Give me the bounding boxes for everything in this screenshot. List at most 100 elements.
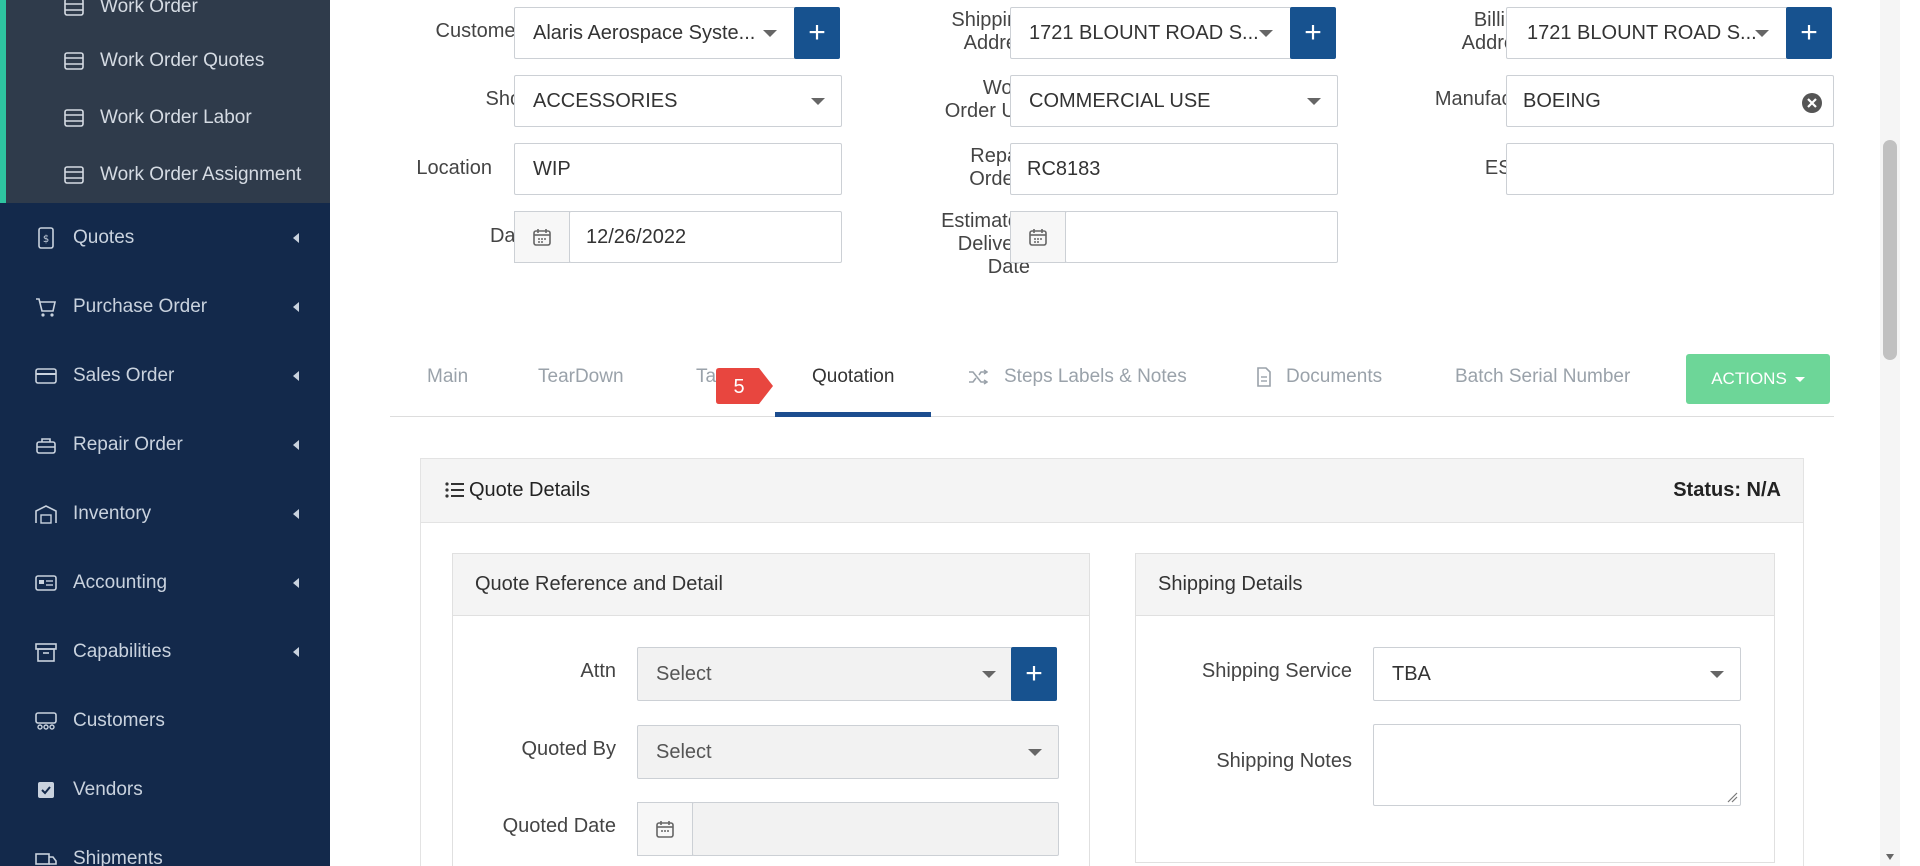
sidebar-subitem-label: Work Order Labor (100, 107, 252, 128)
quote-reference-title: Quote Reference and Detail (453, 554, 1089, 616)
calendar-icon (656, 821, 674, 838)
quote-details-title: Quote Details (469, 479, 591, 501)
sidebar-subitem-work-order-quotes[interactable]: Work Order Quotes (64, 46, 264, 76)
work-order-submenu: Work Order Work Order Quotes Work Order … (0, 0, 330, 203)
shipping-service-select[interactable]: TBA (1373, 647, 1741, 701)
tab-main[interactable]: Main (427, 366, 468, 388)
tab-documents[interactable]: Documents (1256, 366, 1382, 388)
step-badge-number: 5 (733, 376, 744, 398)
sidebar-item-accounting[interactable]: Accounting (0, 563, 330, 603)
quote-details-panel: Quote Details Status: N/A Quote Referenc… (420, 458, 1804, 866)
tab-batch-serial-number[interactable]: Batch Serial Number (1455, 366, 1630, 388)
tab-teardown[interactable]: TearDown (538, 366, 624, 388)
svg-text:$: $ (43, 234, 49, 245)
add-attn-button[interactable]: + (1011, 647, 1057, 701)
shop-select[interactable]: ACCESSORIES (514, 75, 842, 127)
vertical-scrollbar[interactable] (1880, 0, 1900, 866)
tab-ta[interactable]: Ta (696, 366, 716, 388)
active-tab-indicator (775, 412, 931, 417)
sidebar-item-repair-order[interactable]: Repair Order (0, 425, 330, 465)
sidebar-item-capabilities[interactable]: Capabilities (0, 632, 330, 672)
chevron-left-icon (293, 647, 299, 657)
calendar-icon (1029, 229, 1047, 246)
sidebar-item-label: Quotes (73, 227, 135, 248)
quoted-date-calendar-button[interactable] (637, 802, 693, 856)
work-order-use-select[interactable]: COMMERCIAL USE (1010, 75, 1338, 127)
list-icon (64, 0, 84, 16)
accounting-card-icon (35, 575, 57, 591)
sidebar-item-quotes[interactable]: $ Quotes (0, 218, 330, 258)
date-calendar-button[interactable] (514, 211, 570, 263)
document-icon (1257, 367, 1271, 387)
manufacture-field[interactable]: BOEING (1506, 75, 1834, 127)
tab-quotation[interactable]: Quotation (812, 366, 894, 388)
sidebar-subitem-work-order-assignment[interactable]: Work Order Assignment (64, 160, 301, 190)
actions-button[interactable]: ACTIONS (1686, 354, 1830, 404)
add-customer-button[interactable]: + (794, 7, 840, 59)
quote-reference-card: Quote Reference and Detail Attn Select +… (452, 553, 1090, 866)
repair-order-field[interactable]: RC8183 (1010, 143, 1338, 195)
vendor-icon (38, 782, 54, 798)
estimated-delivery-calendar-button[interactable] (1010, 211, 1066, 263)
shipping-notes-textarea[interactable] (1373, 724, 1741, 806)
list-icon (64, 166, 84, 184)
attn-select[interactable]: Select (637, 647, 1013, 701)
shipping-service-label: Shipping Service (1201, 660, 1352, 682)
esn-field[interactable] (1506, 143, 1834, 195)
main-content: Customers* Alaris Aerospace Syste... + S… (330, 0, 1900, 866)
chevron-left-icon (293, 371, 299, 381)
sidebar-item-shipments[interactable]: Shipments (0, 839, 330, 866)
resize-handle-icon[interactable] (1726, 791, 1738, 803)
chevron-down-icon (1028, 749, 1042, 756)
chevron-left-icon (293, 509, 299, 519)
chevron-down-icon (811, 98, 825, 105)
shipping-notes-label: Shipping Notes (1216, 750, 1352, 772)
scrollbar-thumb[interactable] (1883, 140, 1897, 360)
customers-label: Customers* (435, 20, 541, 42)
date-field[interactable]: 12/26/2022 (569, 211, 842, 263)
chevron-down-icon (1259, 30, 1273, 37)
chevron-down-icon (982, 671, 996, 678)
quoted-by-select[interactable]: Select (637, 725, 1059, 779)
tab-steps-labels-notes[interactable]: Steps Labels & Notes (968, 366, 1187, 388)
sidebar-item-vendors[interactable]: Vendors (0, 770, 330, 810)
billing-address-select[interactable]: 1721 BLOUNT ROAD S... (1506, 7, 1788, 59)
list-icon (64, 52, 84, 70)
cart-icon (36, 298, 56, 317)
sidebar-item-inventory[interactable]: Inventory (0, 494, 330, 534)
calendar-icon (533, 229, 551, 246)
chevron-down-icon (1755, 30, 1769, 37)
sidebar-item-label: Vendors (73, 779, 143, 800)
shuffle-icon (969, 369, 988, 385)
sidebar-subitem-label: Work Order Quotes (100, 50, 265, 71)
repair-icon (36, 438, 56, 454)
sidebar-item-sales-order[interactable]: Sales Order (0, 356, 330, 396)
sidebar-subitem-work-order[interactable]: Work Order (64, 0, 198, 22)
chevron-left-icon (293, 578, 299, 588)
sidebar-item-customers[interactable]: Customers (0, 701, 330, 741)
sidebar-subitem-work-order-labor[interactable]: Work Order Labor (64, 103, 252, 133)
users-icon (35, 712, 57, 730)
quoted-date-field[interactable] (692, 802, 1059, 856)
sidebar-item-purchase-order[interactable]: Purchase Order (0, 287, 330, 327)
sidebar-item-label: Purchase Order (73, 296, 208, 317)
esn-label: ESN (1370, 157, 1526, 180)
list-icon (445, 482, 464, 498)
archive-icon (35, 643, 57, 662)
chevron-left-icon (293, 440, 299, 450)
add-shipping-address-button[interactable]: + (1290, 7, 1336, 59)
sidebar-item-label: Accounting (73, 572, 168, 593)
shipping-details-card: Shipping Details Shipping Service TBA Sh… (1135, 553, 1775, 863)
sidebar-item-label: Repair Order (73, 434, 183, 455)
customers-select[interactable]: Alaris Aerospace Syste... (514, 7, 796, 59)
clear-icon[interactable] (1801, 92, 1823, 114)
chevron-down-icon (763, 30, 777, 37)
warehouse-icon (35, 505, 57, 524)
estimated-delivery-date-field[interactable] (1065, 211, 1338, 263)
scroll-down-arrow-icon[interactable] (1886, 854, 1894, 860)
date-label: Date* (489, 225, 540, 247)
list-icon (64, 109, 84, 127)
shipping-address-select[interactable]: 1721 BLOUNT ROAD S... (1010, 7, 1292, 59)
add-billing-address-button[interactable]: + (1786, 7, 1832, 59)
location-field[interactable]: WIP (514, 143, 842, 195)
